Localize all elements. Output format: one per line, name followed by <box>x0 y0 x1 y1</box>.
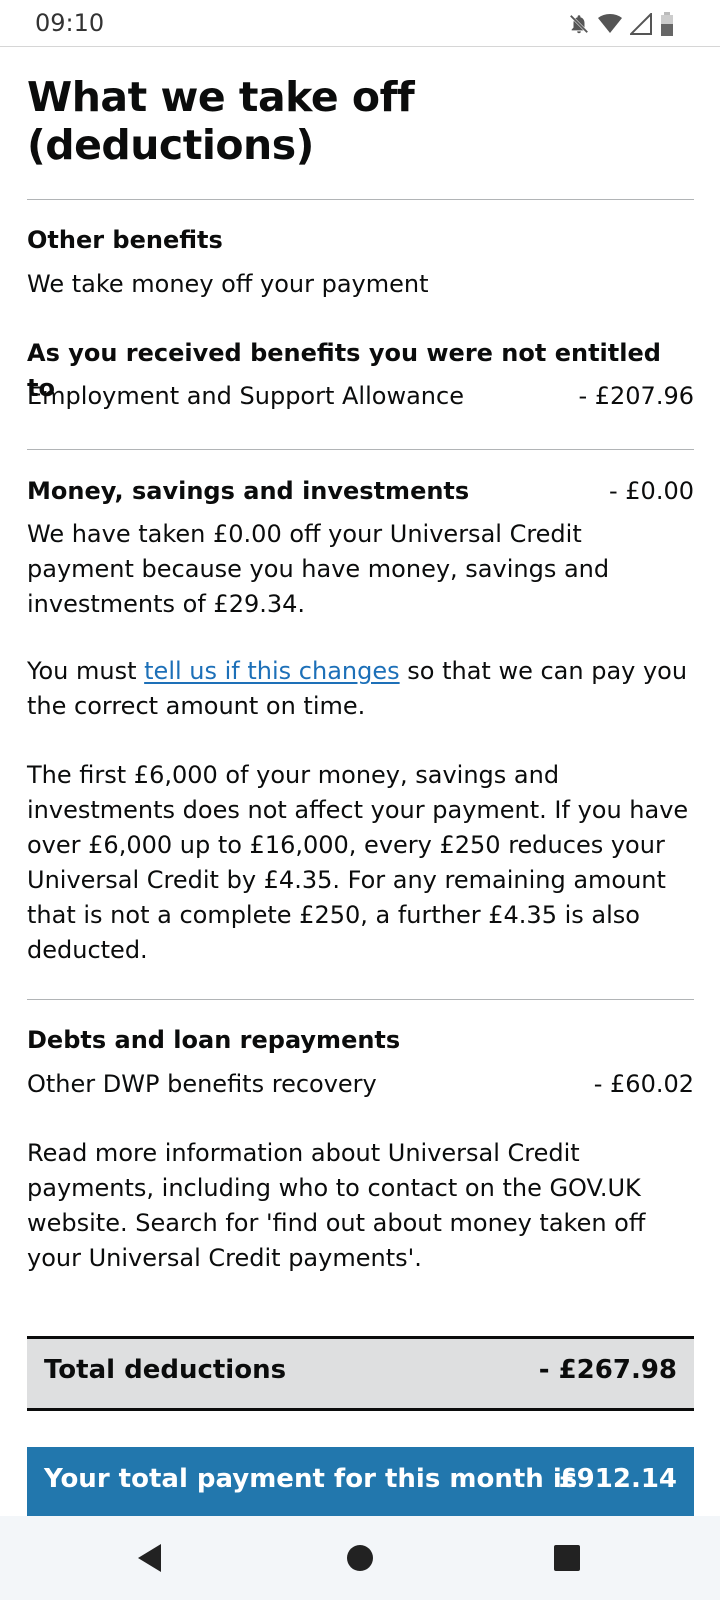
signal-icon <box>628 11 652 39</box>
total-payment-banner: Your total payment for this month is £91… <box>27 1447 694 1517</box>
esa-label: Employment and Support Allowance <box>27 382 464 410</box>
dwp-recovery-label: Other DWP benefits recovery <box>27 1070 377 1098</box>
page-title: What we take off (deductions) <box>27 73 415 169</box>
savings-threshold-paragraph: The first £6,000 of your money, savings … <box>27 761 689 964</box>
wifi-icon <box>598 14 622 38</box>
money-savings-paragraph: We have taken £0.00 off your Universal C… <box>27 520 610 618</box>
status-time: 09:10 <box>35 9 105 37</box>
esa-amount: - £207.96 <box>578 382 694 410</box>
home-button[interactable] <box>340 1540 380 1580</box>
money-savings-amount: - £0.00 <box>609 477 694 505</box>
recents-icon <box>553 1544 581 1576</box>
total-payment-label: Your total payment for this month is <box>44 1464 578 1494</box>
back-icon <box>135 1542 165 1578</box>
report-change-paragraph: You must tell us if this changes so that… <box>27 654 694 724</box>
dwp-recovery-amount: - £60.02 <box>593 1070 694 1098</box>
other-benefits-heading: Other benefits <box>27 226 223 254</box>
more-info-paragraph: Read more information about Universal Cr… <box>27 1139 646 1272</box>
total-deductions-box: Total deductions - £267.98 <box>27 1336 694 1411</box>
notifications-off-icon <box>568 13 590 39</box>
divider <box>27 999 694 1000</box>
total-deductions-value: - £267.98 <box>538 1355 677 1385</box>
divider <box>27 449 694 450</box>
divider <box>27 199 694 200</box>
debts-heading: Debts and loan repayments <box>27 1026 401 1054</box>
other-benefits-subtitle: We take money off your payment <box>27 270 429 298</box>
tell-us-if-this-changes-link[interactable]: tell us if this changes <box>144 657 399 685</box>
money-savings-heading: Money, savings and investments <box>27 477 470 505</box>
back-button[interactable] <box>130 1540 170 1580</box>
system-nav-bar <box>0 1516 720 1600</box>
total-deductions-label: Total deductions <box>44 1355 287 1385</box>
home-icon <box>346 1544 374 1576</box>
status-bar: 09:10 <box>0 0 720 47</box>
recents-button[interactable] <box>547 1540 587 1580</box>
battery-icon <box>660 12 674 40</box>
status-icons <box>568 11 674 40</box>
report-change-text-before: You must <box>27 657 145 685</box>
total-payment-value: £912.14 <box>558 1464 677 1494</box>
